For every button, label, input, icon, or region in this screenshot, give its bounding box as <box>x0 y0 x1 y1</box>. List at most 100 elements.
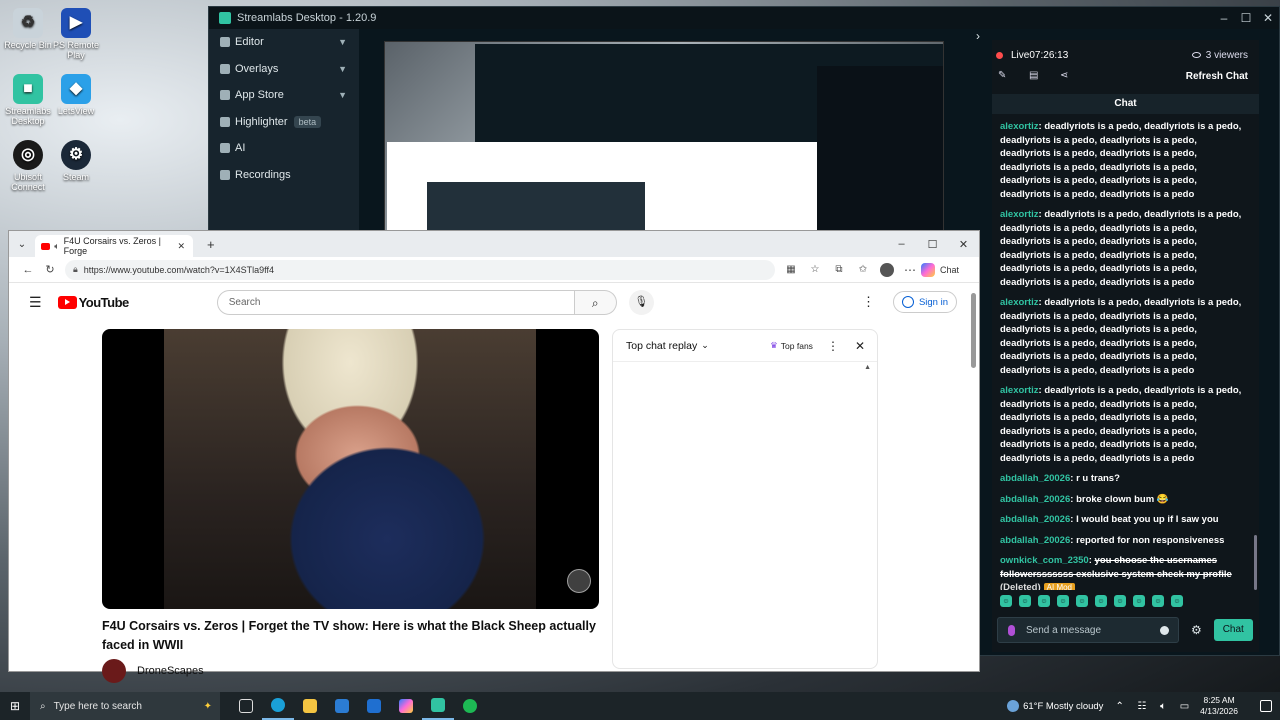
scroll-up-icon[interactable]: ▲ <box>864 364 871 371</box>
more-options-icon[interactable]: ⋮ <box>862 294 875 310</box>
battery-icon[interactable]: ▭ <box>1180 701 1189 712</box>
emote-icon[interactable]: ☺ <box>1152 595 1164 607</box>
chevron-right-icon[interactable]: › <box>976 29 980 43</box>
menu-icon[interactable]: ☰ <box>29 294 42 311</box>
chat-username[interactable]: alexortiz <box>1000 121 1039 132</box>
chat-username[interactable]: abdallah_20026 <box>1000 494 1070 505</box>
chat-replay-selector[interactable]: Top chat replay <box>626 340 697 352</box>
gear-icon[interactable]: ⚙ <box>1191 623 1202 637</box>
desktop-icon-ps-remote-play[interactable]: ▶ PS Remote Play <box>48 8 104 60</box>
desktop-icon-letsview[interactable]: ◆ LetsView <box>48 74 104 116</box>
send-chat-button[interactable]: Chat <box>1213 619 1253 641</box>
favorite-star-icon[interactable]: ☆ <box>803 264 827 275</box>
chat-username[interactable]: alexortiz <box>1000 385 1039 396</box>
page-scrollbar[interactable] <box>971 293 976 368</box>
maximize-button[interactable]: ☐ <box>917 238 948 251</box>
channel-name[interactable]: DroneScapes <box>137 665 204 677</box>
copilot-taskbar-icon[interactable] <box>390 692 422 720</box>
chevron-down-icon: ▼ <box>338 63 347 74</box>
send-message-input[interactable]: Send a message <box>997 617 1179 643</box>
emote-icon[interactable]: ☺ <box>1038 595 1050 607</box>
emote-icon[interactable]: ☺ <box>1114 595 1126 607</box>
extensions-icon[interactable]: ⧉ <box>827 264 851 275</box>
emote-icon[interactable]: ☺ <box>1000 595 1012 607</box>
channel-avatar[interactable] <box>102 659 126 683</box>
network-icon[interactable]: ☷ <box>1137 701 1146 712</box>
emote-icon[interactable]: ☺ <box>1076 595 1088 607</box>
nav-overlays[interactable]: Overlays ▼ <box>209 56 359 83</box>
chat-scrollbar[interactable] <box>1254 535 1257 590</box>
close-button[interactable]: ✕ <box>1257 11 1279 25</box>
nav-ai[interactable]: AI <box>209 135 359 162</box>
profile-avatar[interactable] <box>880 262 894 277</box>
emote-icon[interactable]: ☺ <box>1171 595 1183 607</box>
file-explorer-icon[interactable] <box>294 692 326 720</box>
chat-username[interactable]: abdallah_20026 <box>1000 473 1070 484</box>
desktop-icon-steam[interactable]: ⚙ Steam <box>48 140 104 182</box>
streamlabs-taskbar-icon[interactable] <box>422 692 454 720</box>
chat-username[interactable]: ownkick_com_2350 <box>1000 555 1089 566</box>
weather-widget[interactable]: 61°F Mostly cloudy <box>1007 700 1103 712</box>
search-input[interactable]: Search <box>216 289 575 315</box>
edge-icon[interactable] <box>262 692 294 720</box>
read-mode-icon[interactable]: ▦ <box>779 264 803 275</box>
top-fans-button[interactable]: ♛ Top fans <box>770 340 813 351</box>
nav-editor[interactable]: Editor ▼ <box>209 29 359 56</box>
close-tab-icon[interactable]: ✕ <box>177 241 185 252</box>
spotify-icon[interactable] <box>454 692 486 720</box>
youtube-logo[interactable]: YouTube <box>57 295 129 310</box>
speaker-icon[interactable]: 🔈︎ <box>54 241 59 252</box>
store-icon[interactable] <box>326 692 358 720</box>
emote-icon[interactable]: ☺ <box>1095 595 1107 607</box>
search-icon[interactable]: ⌕ <box>574 289 617 315</box>
back-icon[interactable]: ← <box>17 264 39 276</box>
tab-youtube[interactable]: 🔈︎ F4U Corsairs vs. Zeros | Forge ✕ <box>35 235 193 257</box>
video-player[interactable] <box>102 329 599 609</box>
chat-username[interactable]: abdallah_20026 <box>1000 514 1070 525</box>
nav-highlighter[interactable]: Highlighter beta <box>209 109 359 136</box>
tab-list-icon[interactable]: ⌄ <box>9 239 35 250</box>
minimize-button[interactable]: – <box>1213 11 1235 25</box>
reload-icon[interactable]: ↻ <box>39 263 61 276</box>
streamlabs-icon: ■ <box>13 74 43 104</box>
chat-username[interactable]: alexortiz <box>1000 297 1039 308</box>
volume-icon[interactable]: 🔈︎ <box>1160 701 1166 712</box>
minimize-button[interactable]: – <box>886 238 917 251</box>
nav-recordings[interactable]: Recordings <box>209 162 359 189</box>
chevron-down-icon[interactable]: ⌄ <box>701 340 709 351</box>
emote-icon[interactable]: ☺ <box>1019 595 1031 607</box>
streamlabs-sidebar: Editor ▼ Overlays ▼ App Store ▼ Highlighter… <box>209 29 359 239</box>
emote-icon[interactable]: ☺ <box>1057 595 1069 607</box>
windows-start-icon[interactable]: ⊞ <box>0 699 30 713</box>
nav-app-store[interactable]: App Store ▼ <box>209 82 359 109</box>
clock[interactable]: 8:25 AM 4/13/2026 <box>1200 695 1238 717</box>
maximize-button[interactable]: ☐ <box>1235 11 1257 25</box>
task-view-icon[interactable] <box>230 692 262 720</box>
close-icon[interactable]: ✕ <box>855 339 865 353</box>
voice-search-icon[interactable]: 🎙︎ <box>628 289 654 315</box>
more-options-icon[interactable]: ⋮ <box>827 339 839 353</box>
address-bar[interactable]: 🔒︎ https://www.youtube.com/watch?v=1X4ST… <box>65 259 775 280</box>
emote-icon[interactable]: ☺ <box>1133 595 1145 607</box>
channel-watermark-icon[interactable] <box>567 569 591 593</box>
chat-username[interactable]: abdallah_20026 <box>1000 535 1070 546</box>
new-tab-button[interactable]: + <box>207 237 215 252</box>
emoji-icon[interactable] <box>1160 625 1169 635</box>
stream-preview[interactable] <box>384 41 944 231</box>
sign-in-button[interactable]: Sign in <box>892 291 957 313</box>
popout-icon[interactable]: ▤ <box>1029 71 1039 81</box>
taskbar-search[interactable]: ⌕ Type here to search ✦ <box>30 692 220 720</box>
notifications-icon[interactable] <box>1260 700 1272 712</box>
mail-icon[interactable] <box>358 692 390 720</box>
favorites-icon[interactable]: ✩ <box>851 264 875 275</box>
chevron-up-icon[interactable]: ⌃ <box>1115 701 1123 712</box>
chat-username[interactable]: alexortiz <box>1000 209 1039 220</box>
close-button[interactable]: ✕ <box>948 238 979 251</box>
chat-message-text: broke clown bum 😂 <box>1076 493 1169 505</box>
share-icon[interactable]: ⋖ <box>1060 71 1070 81</box>
refresh-chat-button[interactable]: Refresh Chat <box>1186 71 1248 82</box>
more-icon[interactable]: ⋯ <box>899 263 921 277</box>
copilot-chat-button[interactable]: Chat <box>921 262 959 277</box>
mic-icon[interactable] <box>1008 624 1015 636</box>
pencil-icon[interactable]: ✎ <box>998 71 1008 81</box>
